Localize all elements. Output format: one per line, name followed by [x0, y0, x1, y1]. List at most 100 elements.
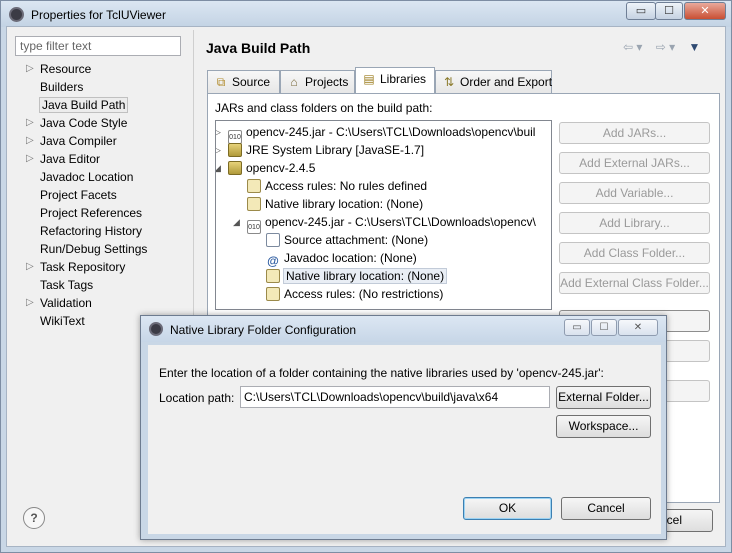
back-arrow-icon[interactable]: ⇦ ▾ — [623, 40, 642, 54]
ok-button[interactable]: OK — [463, 497, 552, 520]
nav-item-label: Java Compiler — [40, 134, 117, 148]
forward-arrow-icon[interactable]: ⇨ ▾ — [656, 40, 675, 54]
tree-node[interactable]: Native library location: (None) — [266, 267, 448, 285]
expand-twisty-icon[interactable]: ▷ — [26, 150, 36, 168]
page-title: Java Build Path — [206, 40, 311, 56]
tree-node-label: opencv-245.jar - C:\Users\TCL\Downloads\… — [246, 125, 536, 139]
nav-item[interactable]: Refactoring History — [14, 222, 192, 240]
tree-node-label: opencv-2.4.5 — [246, 161, 316, 175]
tree-node[interactable]: ▷010opencv-245.jar - C:\Users\TCL\Downlo… — [216, 123, 536, 144]
tree-node-label: opencv-245.jar - C:\Users\TCL\Downloads\… — [265, 215, 536, 229]
nav-item[interactable]: Run/Debug Settings — [14, 240, 192, 258]
expand-twisty-icon[interactable]: ▷ — [216, 123, 226, 141]
nav-item[interactable]: Builders — [14, 78, 192, 96]
nav-item-label: Run/Debug Settings — [40, 242, 148, 256]
nav-item[interactable]: ▷ Java Editor — [14, 150, 192, 168]
page-navigation: ⇦ ▾ ⇨ ▾ ▼ — [623, 40, 718, 56]
nav-item[interactable]: ▷ Java Code Style — [14, 114, 192, 132]
tree-node-label: JRE System Library [JavaSE-1.7] — [246, 143, 425, 157]
eclipse-app-icon — [149, 322, 163, 336]
nav-item[interactable]: ▷ Validation — [14, 294, 192, 312]
expand-twisty-icon[interactable]: ▷ — [26, 132, 36, 150]
nav-item[interactable]: ▷ Java Compiler — [14, 132, 192, 150]
view-menu-icon[interactable]: ▼ — [689, 40, 701, 54]
tree-node[interactable]: ◢ opencv-2.4.5 — [216, 159, 316, 177]
nav-item-label: Task Tags — [40, 278, 94, 292]
library-icon — [228, 143, 242, 157]
dialog-body: Enter the location of a folder containin… — [148, 345, 661, 534]
nav-item[interactable]: Javadoc Location — [14, 168, 192, 186]
tree-node[interactable]: Native library location: (None) — [247, 195, 423, 213]
tree-node[interactable]: @ Javadoc location: (None) — [266, 249, 417, 268]
nav-item[interactable]: Project Facets — [14, 186, 192, 204]
filter-input[interactable] — [15, 36, 181, 56]
window-titlebar[interactable]: Properties for TclUViewer ▭ ☐ ✕ — [1, 1, 731, 27]
access-rules-icon — [266, 287, 280, 301]
tab-libraries[interactable]: ▤ Libraries — [355, 67, 435, 94]
tab-projects[interactable]: ⌂ Projects — [280, 70, 355, 94]
tree-node[interactable]: ◢ 010 opencv-245.jar - C:\Users\TCL\Downlo… — [233, 213, 536, 234]
nav-item[interactable]: Project References — [14, 204, 192, 222]
expand-twisty-icon[interactable]: ◢ — [233, 213, 245, 231]
source-folder-icon: ⧉ — [216, 75, 226, 89]
workspace-button[interactable]: Workspace... — [556, 415, 651, 438]
nav-item-label: Java Build Path — [38, 97, 129, 113]
eclipse-app-icon — [9, 7, 24, 22]
tab-source[interactable]: ⧉ Source — [207, 70, 280, 94]
classpath-tree[interactable]: ▷ 010 opencv-245.jar - C:\Users\TCL\Downlo… — [215, 120, 552, 310]
nav-item-label: Javadoc Location — [40, 170, 134, 184]
help-button[interactable]: ? — [23, 507, 45, 529]
dialog-cancel-button[interactable]: Cancel — [561, 497, 651, 520]
dialog-minimize-button[interactable]: ▭ — [564, 319, 590, 336]
external-folder-button[interactable]: External Folder... — [556, 386, 651, 409]
nav-item-label: Project References — [40, 206, 143, 220]
nav-item-label: Builders — [40, 80, 84, 94]
panel-heading: JARs and class folders on the build path… — [215, 101, 433, 115]
nav-item[interactable]: Java Build Path — [14, 96, 192, 114]
tree-node-label: Access rules: (No restrictions) — [284, 287, 444, 301]
dialog-maximize-button[interactable]: ☐ — [591, 319, 617, 336]
add-library-button[interactable]: Add Library... — [559, 212, 710, 234]
add-external-jars-button[interactable]: Add External JARs... — [559, 152, 710, 174]
tree-node-label: Source attachment: (None) — [284, 233, 429, 247]
expand-twisty-icon[interactable]: ▷ — [26, 294, 36, 312]
nav-item-label: Project Facets — [40, 188, 117, 202]
location-path-input[interactable] — [240, 386, 550, 408]
nav-item[interactable]: ▷ Resource — [14, 60, 192, 78]
nav-item[interactable]: ▷ Task Repository — [14, 258, 192, 276]
expand-twisty-icon[interactable]: ▷ — [26, 258, 36, 276]
tab-order-and-export[interactable]: ⇅ Order and Export — [435, 70, 552, 94]
expand-twisty-icon[interactable]: ▷ — [216, 141, 226, 159]
minimize-button[interactable]: ▭ — [626, 2, 656, 20]
tree-node[interactable]: ▷ JRE System Library [JavaSE-1.7] — [216, 141, 425, 159]
tree-node-label: Native library location: (None) — [265, 197, 424, 211]
tree-node-label: Javadoc location: (None) — [284, 251, 417, 265]
projects-icon: ⌂ — [290, 75, 298, 89]
maximize-button[interactable]: ☐ — [655, 2, 683, 20]
nav-item-label: Validation — [40, 296, 92, 310]
add-variable-button[interactable]: Add Variable... — [559, 182, 710, 204]
jar-icon: 010 — [247, 220, 261, 234]
add-class-folder-button[interactable]: Add Class Folder... — [559, 242, 710, 264]
nav-item-label: WikiText — [40, 314, 85, 328]
access-rules-icon — [247, 179, 261, 193]
tree-node[interactable]: Source attachment: (None) — [266, 231, 428, 249]
expand-twisty-icon[interactable]: ▷ — [26, 114, 36, 132]
dialog-close-button[interactable]: ✕ — [618, 319, 658, 336]
tree-node-label: Native library location: (None) — [282, 268, 448, 284]
nav-item-label: Refactoring History — [40, 224, 143, 238]
close-button[interactable]: ✕ — [684, 2, 726, 20]
order-export-icon: ⇅ — [443, 75, 455, 89]
nav-item[interactable]: Task Tags — [14, 276, 192, 294]
library-icon — [228, 161, 242, 175]
tree-node[interactable]: Access rules: (No restrictions) — [266, 285, 443, 303]
libraries-icon: ▤ — [363, 72, 375, 86]
nav-item-label: Task Repository — [40, 260, 126, 274]
nav-item-label: Java Code Style — [40, 116, 128, 130]
add-external-class-folder-button[interactable]: Add External Class Folder... — [559, 272, 710, 294]
tree-node[interactable]: Access rules: No rules defined — [247, 177, 427, 195]
add-jars-button[interactable]: Add JARs... — [559, 122, 710, 144]
expand-twisty-icon[interactable]: ▷ — [26, 60, 36, 78]
dialog-titlebar[interactable]: Native Library Folder Configuration ▭ ☐ … — [141, 316, 666, 342]
expand-twisty-icon[interactable]: ◢ — [216, 159, 226, 177]
